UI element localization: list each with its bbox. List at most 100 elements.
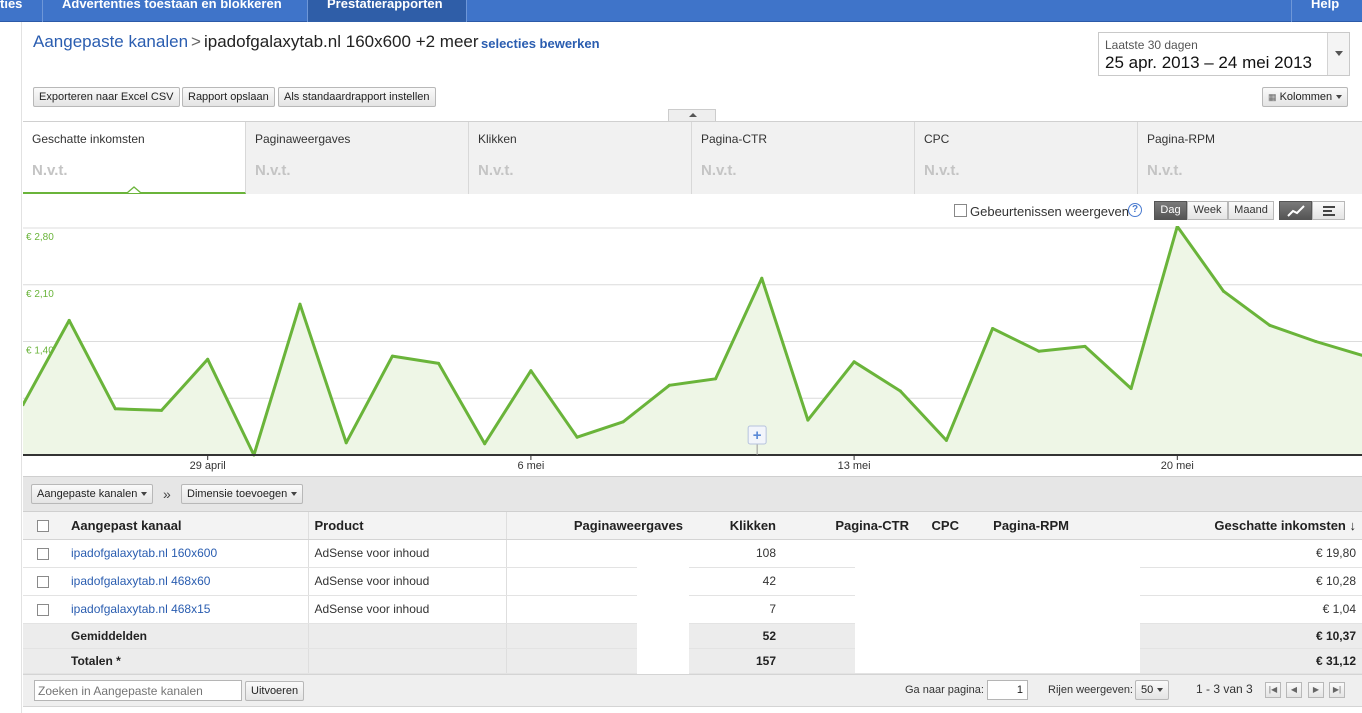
data-point	[991, 327, 995, 330]
totals-row: Totalen * 157 € 31,12	[23, 648, 1362, 674]
data-point	[944, 438, 948, 442]
tab-separator	[466, 0, 467, 22]
line-chart-toggle[interactable]	[1279, 201, 1312, 220]
row-checkbox[interactable]	[37, 603, 49, 616]
top-navigation: ties Advertenties toestaan en blokkeren …	[0, 0, 1362, 22]
earnings-area	[23, 226, 1362, 455]
columns-button[interactable]: ▦ Kolommen	[1262, 87, 1349, 107]
table-chart-toggle[interactable]	[1312, 201, 1345, 220]
channel-link[interactable]: ipadofgalaxytab.nl 160x600	[65, 539, 308, 568]
y-tick-label: € 2,10	[26, 289, 54, 300]
column-header-channel[interactable]: Aangepast kanaal	[65, 512, 308, 540]
breadcrumb: Aangepaste kanalen > ipadofgalaxytab.nl 16…	[33, 32, 479, 52]
clicks-cell: 108	[689, 539, 782, 568]
metric-clicks[interactable]: Klikken N.v.t.	[469, 122, 692, 194]
totals-clicks: 157	[689, 648, 782, 674]
clicks-cell: 7	[689, 595, 782, 624]
rows-per-page-label: Rijen weergeven:	[1048, 684, 1133, 696]
tab-help[interactable]: Help	[1311, 0, 1339, 22]
row-checkbox[interactable]	[37, 547, 49, 560]
metric-value: N.v.t.	[255, 162, 291, 179]
export-csv-button[interactable]: Exporteren naar Excel CSV	[33, 87, 180, 107]
table-row: ipadofgalaxytab.nl 160x600 AdSense voor …	[23, 539, 1362, 568]
last-page-icon[interactable]: ▶|	[1329, 682, 1345, 698]
add-dimension-button[interactable]: Dimensie toevoegen	[181, 484, 304, 504]
metric-value: N.v.t.	[924, 162, 960, 179]
bar-list-icon	[1322, 206, 1335, 216]
granularity-month-button[interactable]: Maand	[1228, 201, 1274, 220]
tab-partial[interactable]: ties	[0, 0, 22, 22]
table-header-row: Aangepast kanaal Product Paginaweergaves…	[23, 512, 1362, 540]
redacted-area	[855, 540, 1140, 673]
first-page-icon[interactable]: |◀	[1265, 682, 1281, 698]
column-header-page-ctr[interactable]: Pagina-CTR	[782, 512, 915, 540]
table-row: ipadofgalaxytab.nl 468x60 AdSense voor i…	[23, 567, 1362, 596]
product-cell: AdSense voor inhoud	[307, 595, 506, 624]
custom-channels-dimension-button[interactable]: Aangepaste kanalen	[31, 484, 154, 504]
tab-ad-review[interactable]: Advertenties toestaan en blokkeren	[62, 0, 282, 22]
data-point	[67, 318, 71, 322]
save-report-button[interactable]: Rapport opslaan	[182, 87, 275, 107]
metric-page-ctr[interactable]: Pagina-CTR N.v.t.	[692, 122, 915, 194]
select-all-checkbox[interactable]	[37, 520, 49, 533]
rows-per-page-select[interactable]: 50	[1135, 680, 1170, 700]
row-checkbox[interactable]	[37, 575, 49, 588]
granularity-day-button[interactable]: Dag	[1154, 201, 1187, 220]
collapse-toggle[interactable]	[668, 109, 716, 121]
metric-cpc[interactable]: CPC N.v.t.	[915, 122, 1138, 194]
clicks-cell: 42	[689, 567, 782, 596]
metric-label: Geschatte inkomsten	[32, 132, 145, 146]
column-header-page-views[interactable]: Paginaweergaves	[505, 512, 689, 540]
averages-label: Gemiddelden	[65, 623, 308, 649]
data-point	[898, 389, 902, 393]
redacted-area	[637, 540, 689, 681]
data-point	[852, 360, 856, 364]
show-events-checkbox[interactable]	[954, 204, 967, 217]
edit-selections-link[interactable]: selecties bewerken	[481, 36, 600, 51]
column-header-clicks[interactable]: Klikken	[689, 512, 782, 540]
set-default-report-button[interactable]: Als standaardrapport instellen	[278, 87, 436, 107]
line-chart-icon	[1286, 205, 1305, 217]
column-header-product[interactable]: Product	[307, 512, 506, 540]
tab-performance-reports[interactable]: Prestatierapporten	[308, 0, 466, 22]
metric-page-rpm[interactable]: Pagina-RPM N.v.t.	[1138, 122, 1362, 194]
next-page-icon[interactable]: ▶	[1308, 682, 1324, 698]
product-cell: AdSense voor inhoud	[307, 567, 506, 596]
channel-link[interactable]: ipadofgalaxytab.nl 468x15	[65, 595, 308, 624]
averages-clicks: 52	[689, 623, 782, 649]
data-point	[621, 420, 625, 424]
data-point	[806, 418, 810, 422]
metric-label: CPC	[924, 132, 950, 146]
x-tick-label: 29 april	[190, 460, 226, 472]
column-header-estimated-earnings[interactable]: Geschatte inkomsten ↓	[1075, 512, 1362, 540]
column-header-page-rpm[interactable]: Pagina-RPM	[965, 512, 1075, 540]
metric-value: N.v.t.	[1147, 162, 1183, 179]
run-search-button[interactable]: Uitvoeren	[245, 681, 305, 701]
data-point	[667, 383, 671, 387]
help-icon[interactable]: ?	[1128, 203, 1142, 217]
page-number-input[interactable]: 1	[987, 680, 1028, 700]
metric-estimated-earnings[interactable]: Geschatte inkomsten N.v.t.	[23, 122, 246, 194]
table-row: ipadofgalaxytab.nl 468x15 AdSense voor i…	[23, 595, 1362, 624]
granularity-week-button[interactable]: Week	[1187, 201, 1228, 220]
columns-icon: ▦	[1268, 92, 1277, 102]
channel-link[interactable]: ipadofgalaxytab.nl 468x60	[65, 567, 308, 596]
chevron-down-icon	[1157, 688, 1164, 693]
pagination-range: 1 - 3 van 3	[1196, 682, 1253, 696]
date-range-picker[interactable]: Laatste 30 dagen 25 apr. 2013 – 24 mei 2…	[1098, 32, 1350, 76]
previous-page-icon[interactable]: ◀	[1286, 682, 1302, 698]
metric-page-views[interactable]: Paginaweergaves N.v.t.	[246, 122, 469, 194]
search-input[interactable]	[34, 680, 242, 701]
averages-row: Gemiddelden 52 € 10,37	[23, 623, 1362, 649]
breadcrumb-root-link[interactable]: Aangepaste kanalen	[33, 32, 188, 51]
data-point	[437, 361, 441, 365]
metric-label: Paginaweergaves	[255, 132, 351, 146]
data-point	[714, 377, 718, 381]
columns-label: Kolommen	[1279, 91, 1333, 103]
earnings-chart: € 0,70€ 1,40€ 2,10€ 2,8029 april6 mei13 …	[23, 226, 1362, 472]
chevron-down-icon[interactable]	[1327, 33, 1349, 75]
date-range-value: 25 apr. 2013 – 24 mei 2013	[1105, 53, 1312, 72]
column-header-cpc[interactable]: CPC	[915, 512, 965, 540]
selected-pointer-icon	[127, 186, 141, 193]
breadcrumb-current: ipadofgalaxytab.nl 160x600 +2 meer	[203, 32, 479, 51]
